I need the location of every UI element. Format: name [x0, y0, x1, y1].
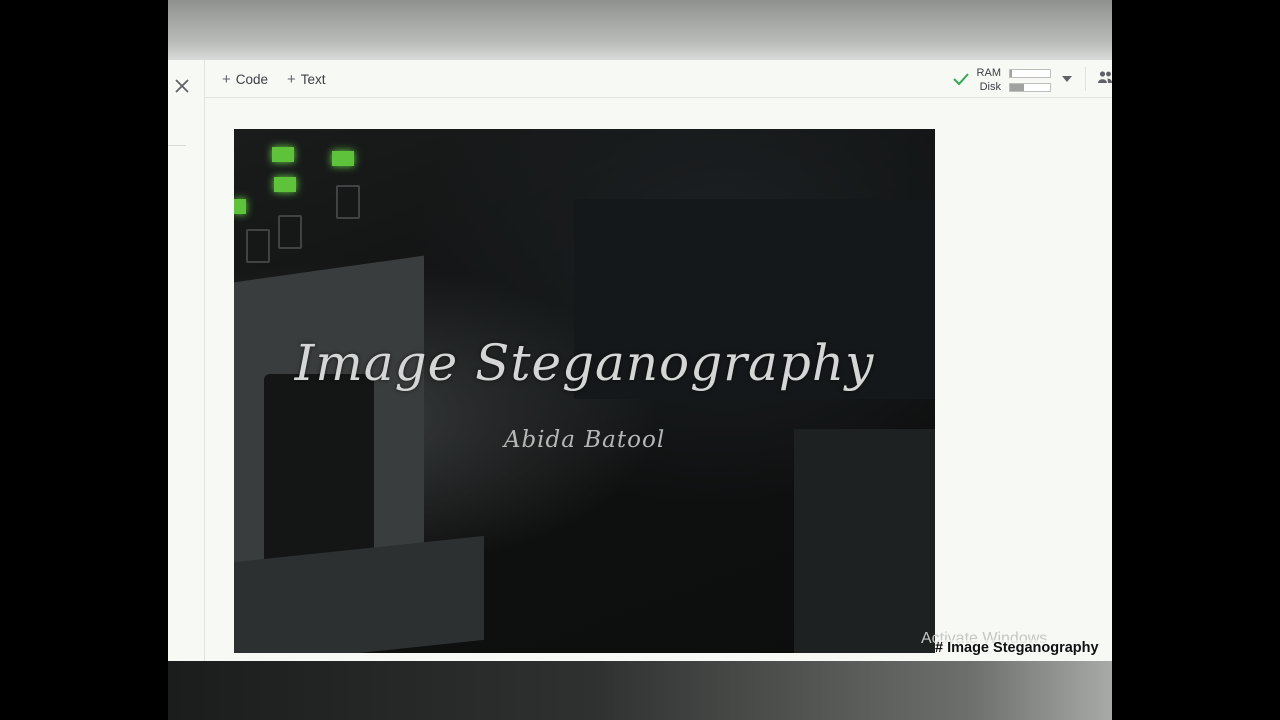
image-title: Image Steganography: [294, 334, 875, 392]
rack-port: [246, 229, 270, 263]
check-icon: [953, 73, 969, 86]
monitor-top-edge: [168, 0, 1112, 60]
plus-icon: +: [287, 70, 296, 88]
close-icon: [175, 79, 189, 93]
rack-handle: [264, 374, 374, 564]
status-led: [272, 147, 294, 162]
ram-label: RAM: [976, 67, 1001, 79]
monitor-bottom-edge: [168, 661, 1112, 720]
status-led: [332, 151, 354, 166]
rack-port: [336, 185, 360, 219]
disk-usage-bar: [1009, 83, 1051, 92]
rack-port: [278, 215, 302, 249]
disk-label: Disk: [979, 81, 1001, 93]
add-text-button[interactable]: + Text: [287, 69, 326, 89]
markdown-cell-heading[interactable]: # Image Steganography: [935, 640, 1099, 656]
panel-divider: [168, 145, 186, 146]
photographed-screen: + Code + Text RAM Disk Image Steganograp…: [168, 0, 1112, 720]
add-text-label: Text: [300, 71, 326, 87]
side-panel: [168, 60, 205, 661]
caret-down-icon[interactable]: [1062, 76, 1072, 82]
rack-panel: [794, 429, 935, 653]
ram-usage-fill: [1010, 70, 1012, 77]
close-button[interactable]: [171, 75, 193, 97]
ram-usage-bar: [1009, 69, 1051, 78]
status-led: [274, 177, 296, 192]
plus-icon: +: [222, 70, 231, 88]
image-author: Abida Batool: [503, 427, 666, 453]
markdown-cell-image: Image Steganography Abida Batool: [234, 129, 935, 653]
add-code-button[interactable]: + Code: [222, 69, 268, 89]
status-led: [234, 199, 246, 214]
resources-indicator[interactable]: RAM Disk: [953, 66, 1073, 94]
toolbar-divider: [1085, 67, 1086, 91]
add-code-label: Code: [235, 71, 269, 87]
disk-usage-fill: [1010, 84, 1024, 91]
notebook-window: + Code + Text RAM Disk Image Steganograp…: [168, 60, 1112, 661]
notebook-toolbar: + Code + Text RAM Disk: [205, 60, 1112, 98]
people-icon[interactable]: [1098, 71, 1112, 83]
